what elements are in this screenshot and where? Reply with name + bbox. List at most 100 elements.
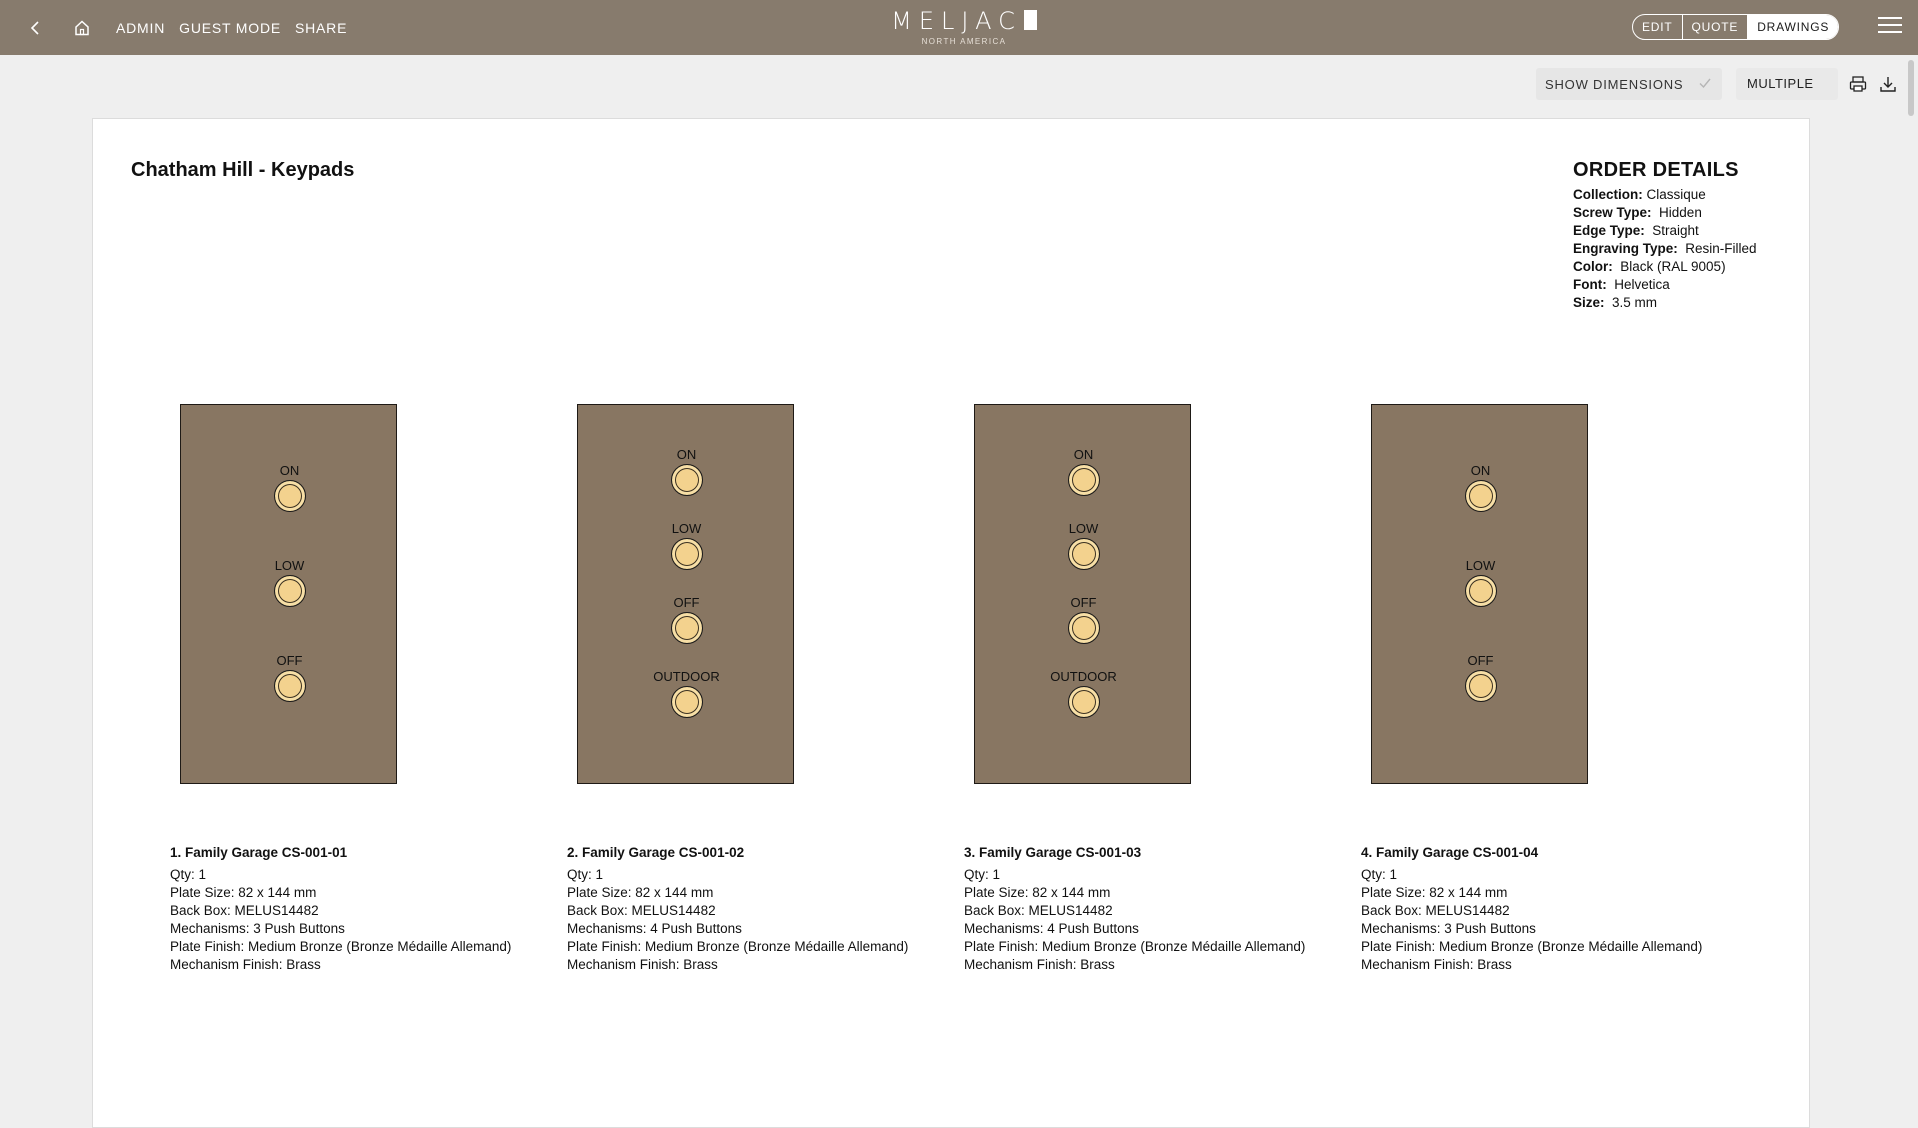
- keypad-button-group: ON: [975, 448, 1192, 496]
- keypad-button-group: ON: [181, 464, 398, 512]
- drawing-toolbar: SHOW DIMENSIONS MULTIPLE: [0, 68, 1918, 100]
- spec-back-box: Back Box: MELUS14482: [567, 903, 716, 918]
- menu-icon[interactable]: [1878, 17, 1902, 37]
- download-icon[interactable]: [1878, 74, 1898, 94]
- order-row-color: Color: Black (RAL 9005): [1573, 259, 1726, 274]
- push-button[interactable]: [670, 464, 703, 496]
- keypad-button-group: OFF: [578, 596, 795, 644]
- push-button[interactable]: [670, 686, 703, 718]
- keypad-button-group: OFF: [1372, 654, 1589, 702]
- home-icon[interactable]: [68, 14, 96, 42]
- spec-mechanisms: Mechanisms: 4 Push Buttons: [964, 921, 1139, 936]
- nav-share[interactable]: SHARE: [295, 20, 347, 36]
- button-label: ON: [1073, 447, 1094, 462]
- order-details: ORDER DETAILS Collection: Classique Scre…: [1573, 159, 1793, 312]
- mode-drawings-button[interactable]: DRAWINGS: [1747, 15, 1839, 39]
- keypad-button-group: OUTDOOR: [578, 670, 795, 718]
- button-label: LOW: [1465, 558, 1496, 573]
- spec-qty: Qty: 1: [170, 867, 207, 882]
- plate-name: 2. Family Garage CS-001-02: [567, 845, 745, 860]
- order-row-edge-type: Edge Type: Straight: [1573, 223, 1699, 238]
- order-details-heading: ORDER DETAILS: [1573, 159, 1739, 181]
- order-row-engraving-type: Engraving Type: Resin-Filled: [1573, 241, 1757, 256]
- push-button[interactable]: [273, 480, 306, 512]
- keypad-button-group: LOW: [975, 522, 1192, 570]
- keypad-plate[interactable]: ON LOW OFF: [1371, 404, 1588, 784]
- spec-plate-size: Plate Size: 82 x 144 mm: [170, 885, 317, 900]
- brand-logo[interactable]: MELJAC NORTH AMERICA: [874, 7, 1054, 49]
- button-label: LOW: [1068, 521, 1099, 536]
- keypad-plate[interactable]: ON LOW OFF: [180, 404, 397, 784]
- spec-plate-size: Plate Size: 82 x 144 mm: [567, 885, 714, 900]
- plate-name: 3. Family Garage CS-001-03: [964, 845, 1142, 860]
- nav-guest-mode[interactable]: GUEST MODE: [179, 20, 281, 36]
- mode-switch: EDIT QUOTE DRAWINGS: [1632, 14, 1840, 40]
- plate-name: 1. Family Garage CS-001-01: [170, 845, 348, 860]
- button-label: OUTDOOR: [1050, 669, 1117, 684]
- button-label: OFF: [1070, 595, 1097, 610]
- push-button[interactable]: [1067, 464, 1100, 496]
- checkmark-icon: [1699, 78, 1711, 89]
- mode-edit-button[interactable]: EDIT: [1633, 15, 1682, 39]
- print-icon[interactable]: [1848, 74, 1868, 94]
- keypad-button-group: ON: [578, 448, 795, 496]
- button-label: ON: [676, 447, 697, 462]
- push-button[interactable]: [1464, 480, 1497, 512]
- drawing-sheet: Chatham Hill - Keypads ORDER DETAILS Col…: [92, 118, 1810, 1128]
- spec-plate-finish: Plate Finish: Medium Bronze (Bronze Méda…: [1361, 939, 1703, 954]
- brand-mark: [1023, 10, 1037, 30]
- brand-logo-text: MELJAC: [891, 7, 1022, 35]
- keypad-plate[interactable]: ON LOW OFF OUTDOOR: [974, 404, 1191, 784]
- spec-plate-size: Plate Size: 82 x 144 mm: [964, 885, 1111, 900]
- keypad-plate[interactable]: ON LOW OFF OUTDOOR: [577, 404, 794, 784]
- spec-qty: Qty: 1: [567, 867, 604, 882]
- plate-specs: 1. Family Garage CS-001-01 Qty: 1 Plate …: [170, 844, 568, 974]
- spec-qty: Qty: 1: [964, 867, 1001, 882]
- button-label: OFF: [276, 653, 303, 668]
- keypad-button-group: LOW: [1372, 559, 1589, 607]
- spec-mechanisms: Mechanisms: 3 Push Buttons: [170, 921, 345, 936]
- spec-mechanisms: Mechanisms: 3 Push Buttons: [1361, 921, 1536, 936]
- push-button[interactable]: [273, 575, 306, 607]
- keypad-button-group: OFF: [975, 596, 1192, 644]
- top-bar: ADMIN GUEST MODE SHARE MELJAC NORTH AMER…: [0, 0, 1918, 55]
- spec-mechanism-finish: Mechanism Finish: Brass: [964, 957, 1115, 972]
- keypad-button-group: ON: [1372, 464, 1589, 512]
- mode-quote-button[interactable]: QUOTE: [1681, 15, 1748, 39]
- button-label: LOW: [671, 521, 702, 536]
- push-button[interactable]: [1067, 538, 1100, 570]
- page-title: Chatham Hill - Keypads: [131, 159, 355, 181]
- multiple-button[interactable]: MULTIPLE: [1736, 68, 1838, 100]
- spec-mechanism-finish: Mechanism Finish: Brass: [567, 957, 718, 972]
- order-row-size: Size: 3.5 mm: [1573, 295, 1658, 310]
- button-label: ON: [279, 463, 300, 478]
- plate-specs: 2. Family Garage CS-001-02 Qty: 1 Plate …: [567, 844, 965, 974]
- plate-specs: 4. Family Garage CS-001-04 Qty: 1 Plate …: [1361, 844, 1759, 974]
- push-button[interactable]: [1067, 686, 1100, 718]
- keypad-button-group: LOW: [181, 559, 398, 607]
- order-row-screw-type: Screw Type: Hidden: [1573, 205, 1702, 220]
- push-button[interactable]: [670, 612, 703, 644]
- button-label: OUTDOOR: [653, 669, 720, 684]
- push-button[interactable]: [1464, 575, 1497, 607]
- spec-mechanism-finish: Mechanism Finish: Brass: [1361, 957, 1512, 972]
- keypad-button-group: LOW: [578, 522, 795, 570]
- keypad-button-group: OUTDOOR: [975, 670, 1192, 718]
- plate-name: 4. Family Garage CS-001-04: [1361, 845, 1539, 860]
- push-button[interactable]: [670, 538, 703, 570]
- spec-plate-finish: Plate Finish: Medium Bronze (Bronze Méda…: [964, 939, 1306, 954]
- push-button[interactable]: [273, 670, 306, 702]
- order-row-font: Font: Helvetica: [1573, 277, 1670, 292]
- spec-plate-size: Plate Size: 82 x 144 mm: [1361, 885, 1508, 900]
- spec-mechanisms: Mechanisms: 4 Push Buttons: [567, 921, 742, 936]
- back-icon[interactable]: [22, 14, 50, 42]
- push-button[interactable]: [1464, 670, 1497, 702]
- scrollbar-thumb[interactable]: [1908, 60, 1914, 116]
- plate-specs: 3. Family Garage CS-001-03 Qty: 1 Plate …: [964, 844, 1362, 974]
- order-row-collection: Collection: Classique: [1573, 187, 1706, 202]
- button-label: LOW: [274, 558, 305, 573]
- nav-admin[interactable]: ADMIN: [116, 20, 165, 36]
- show-dimensions-toggle[interactable]: SHOW DIMENSIONS: [1536, 68, 1722, 100]
- push-button[interactable]: [1067, 612, 1100, 644]
- button-label: OFF: [1467, 653, 1494, 668]
